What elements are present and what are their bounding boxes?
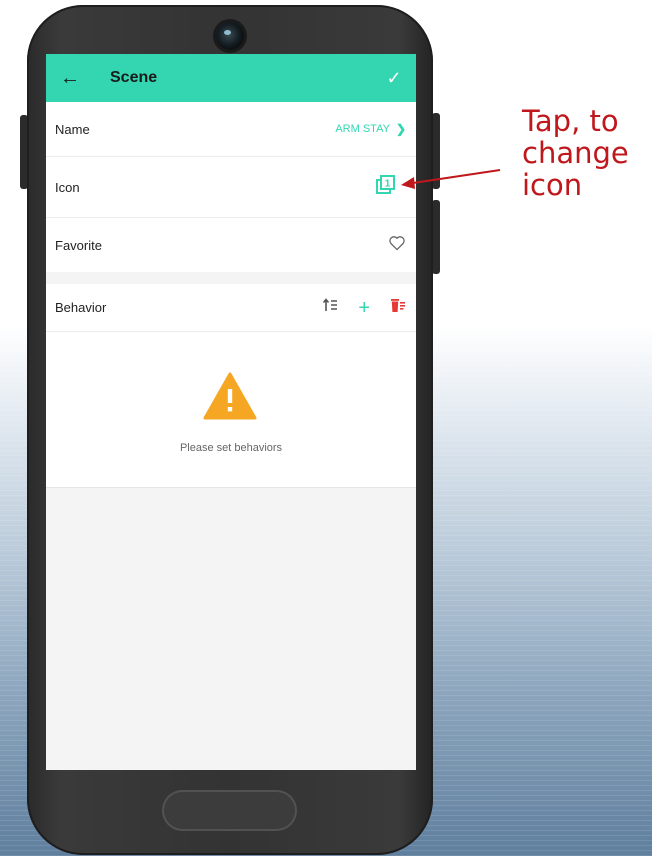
empty-state-message: Please set behaviors <box>179 442 283 454</box>
app-screen: ← Scene ✓ Name ARM STAY ❯ Icon 1 Favorit… <box>46 54 416 770</box>
page-title: Scene <box>110 69 158 86</box>
name-value-text: ARM STAY <box>335 123 390 135</box>
arrow-left-icon[interactable]: ← <box>46 67 94 90</box>
empty-state: Please set behaviors <box>46 332 416 488</box>
phone-side-button-right-bottom <box>432 200 440 274</box>
name-value: ARM STAY ❯ <box>335 122 406 136</box>
heart-outline-icon[interactable] <box>388 235 406 256</box>
warning-icon <box>203 372 257 425</box>
annotation-arrow <box>401 169 501 189</box>
delete-list-icon[interactable] <box>390 297 406 318</box>
name-label: Name <box>55 121 90 137</box>
scene-icon-1[interactable]: 1 <box>376 174 396 200</box>
sort-icon[interactable] <box>322 297 338 318</box>
section-divider <box>46 272 416 284</box>
check-icon[interactable]: ✓ <box>372 68 416 89</box>
annotation-text: Tap, to change icon <box>522 104 629 202</box>
icon-row[interactable]: Icon 1 <box>46 157 416 218</box>
icon-label: Icon <box>55 179 80 195</box>
behavior-row: Behavior + <box>46 284 416 332</box>
name-row[interactable]: Name ARM STAY ❯ <box>46 102 416 157</box>
camera-icon <box>216 22 244 50</box>
home-button[interactable] <box>162 790 297 831</box>
behavior-label: Behavior <box>55 300 107 315</box>
favorite-row[interactable]: Favorite <box>46 218 416 272</box>
chevron-right-icon: ❯ <box>395 122 406 136</box>
screen-blank-area <box>46 488 416 770</box>
svg-text:1: 1 <box>385 178 391 189</box>
add-icon[interactable]: + <box>358 298 370 318</box>
app-bar: ← Scene ✓ <box>46 54 416 102</box>
favorite-label: Favorite <box>55 237 102 253</box>
